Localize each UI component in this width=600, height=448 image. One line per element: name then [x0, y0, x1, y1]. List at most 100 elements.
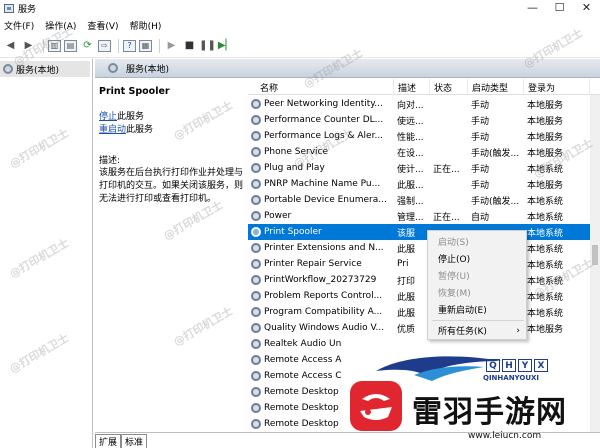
stop-service-link[interactable]: 停止 [99, 112, 117, 122]
menu-item-stop[interactable]: 停止(O) [428, 250, 528, 267]
pause-service-icon[interactable]: ❚❚ [199, 38, 216, 53]
cell-text: 管理... [397, 212, 424, 223]
gear-icon [251, 195, 261, 205]
cell-text: Performance Counter DL... [264, 115, 384, 125]
gear-icon [251, 211, 261, 221]
cell-description: 使远... [394, 112, 430, 128]
cell-text: 本地系统 [527, 196, 564, 207]
tree-node-services-local[interactable]: 服务(本地) [0, 61, 90, 77]
back-arrow-icon[interactable]: ◀ [3, 38, 18, 53]
restart-service-icon[interactable]: ▶▏ [218, 38, 233, 53]
gear-icon [251, 163, 261, 173]
menu-view[interactable]: 查看(V) [87, 19, 118, 32]
qh-subtitle: QINHANYOUXI [483, 374, 540, 382]
cell-text: 本地服务 [527, 132, 564, 143]
cell-text: 使远... [397, 116, 424, 127]
cell-text: 此服 [397, 292, 416, 303]
cell-status [430, 192, 468, 208]
cell-text: Problem Reports Control... [264, 291, 383, 301]
table-row[interactable]: PNRP Machine Name Pu... 此服... 手动 本地服务 [248, 176, 600, 192]
maximize-button[interactable]: ☐ [546, 0, 573, 14]
cell-description: 该服 [394, 224, 430, 240]
table-row[interactable]: Quality Windows Audio V... 优质 本地服务 [248, 320, 600, 336]
column-logon-as[interactable]: 登录为 [524, 79, 590, 95]
cell-text: Program Compatibility A... [264, 307, 383, 317]
cell-name: Plug and Play [248, 160, 394, 176]
cell-logon-as: 本地服务 [524, 176, 600, 192]
menu-item-all-tasks[interactable]: 所有任务(K) › [428, 322, 528, 339]
cell-text: 手动(触发... [471, 196, 520, 207]
cell-text: 在设... [397, 148, 424, 159]
table-row[interactable]: Power 管理... 正在... 自动 本地系统 [248, 208, 600, 224]
cell-description: 向对... [394, 96, 430, 112]
scrollbar-thumb[interactable] [592, 245, 598, 265]
column-startup-type[interactable]: 启动类型 [468, 79, 524, 95]
gear-icon [251, 275, 261, 285]
cell-status [430, 96, 468, 112]
cell-text: Remote Desktop [264, 419, 339, 429]
toolbar-divider [159, 38, 160, 53]
toolbar-divider [118, 38, 119, 53]
table-row[interactable]: Peer Networking Identity... 向对... 手动 本地服务 [248, 96, 600, 112]
start-service-icon[interactable]: ▶ [164, 38, 179, 53]
cell-description: 此服 [394, 240, 430, 256]
gear-icon [251, 291, 261, 301]
minimize-button[interactable]: — [519, 0, 546, 14]
cell-text: 本地服务 [527, 116, 564, 127]
gear-icon [251, 259, 261, 269]
cell-status [430, 128, 468, 144]
menu-item-resume[interactable]: 恢复(M) [428, 284, 528, 301]
cell-description: 此服 [394, 288, 430, 304]
submenu-arrow-icon: › [516, 325, 520, 336]
table-row[interactable]: Program Compatibility A... 此服 本地系统 [248, 304, 600, 320]
cell-logon-as: 本地服务 [524, 320, 600, 336]
stop-service-icon[interactable]: ■ [182, 38, 197, 53]
table-row[interactable]: Printer Extensions and N... 此服 本地系统 [248, 240, 600, 256]
cell-text: 此服... [397, 180, 424, 191]
menu-item-label: 暂停(U) [438, 272, 470, 282]
close-button[interactable]: ✕ [573, 0, 600, 14]
cell-startup-type: 手动 [468, 160, 524, 176]
table-row[interactable]: Portable Device Enumera... 强制... 手动(触发... 本… [248, 192, 600, 208]
cell-text: 本地系统 [527, 308, 564, 319]
table-row[interactable]: Performance Counter DL... 使远... 手动 本地服务 [248, 112, 600, 128]
cell-description: 强制... [394, 192, 430, 208]
menu-help[interactable]: 帮助(H) [130, 19, 162, 32]
menu-item-pause[interactable]: 暂停(U) [428, 267, 528, 284]
column-description[interactable]: 描述 [394, 79, 430, 95]
help-icon[interactable]: ? [123, 39, 136, 52]
cell-text: 本地系统 [527, 212, 564, 223]
cell-name: Problem Reports Control... [248, 288, 394, 304]
cell-name: Printer Extensions and N... [248, 240, 394, 256]
tab-standard[interactable]: 标准 [121, 434, 148, 448]
cell-text: 正在... [433, 212, 460, 223]
cell-name: Print Spooler [248, 224, 394, 240]
menu-separator [432, 320, 524, 321]
menu-item-start[interactable]: 启动(S) [428, 233, 528, 250]
show-hide-icon[interactable]: ▦ [139, 39, 152, 52]
column-status[interactable]: 状态 [430, 79, 468, 95]
cell-description: 管理... [394, 208, 430, 224]
table-row[interactable]: Printer Repair Service Pri 本地系统 [248, 256, 600, 272]
menu-item-label: 停止(O) [438, 255, 471, 265]
gear-icon [251, 339, 261, 349]
cell-name: Program Compatibility A... [248, 304, 394, 320]
cell-status [430, 176, 468, 192]
menu-item-label: 重新启动(E) [438, 306, 487, 316]
cell-name: Performance Counter DL... [248, 112, 394, 128]
tab-extended[interactable]: 扩展 [95, 434, 122, 448]
gear-icon [251, 323, 261, 333]
table-row[interactable]: Performance Logs & Aler... 性能... 手动 本地服务 [248, 128, 600, 144]
cell-description: 打印 [394, 272, 430, 288]
pane-title: 服务(本地) [126, 64, 170, 75]
menu-item-restart[interactable]: 重新启动(E) [428, 301, 528, 318]
export-list-icon[interactable]: ⇨ [98, 39, 111, 52]
cell-description: 使计... [394, 160, 430, 176]
cell-description: 在设... [394, 144, 430, 160]
gear-icon [108, 63, 118, 73]
cell-text: 本地服务 [527, 180, 564, 191]
menu-file[interactable]: 文件(F) [4, 19, 34, 32]
table-row[interactable]: Print Spooler 该服 本地系统 [248, 224, 600, 240]
refresh-icon[interactable]: ⟳ [80, 38, 95, 53]
restart-service-link[interactable]: 重启动 [99, 125, 126, 135]
